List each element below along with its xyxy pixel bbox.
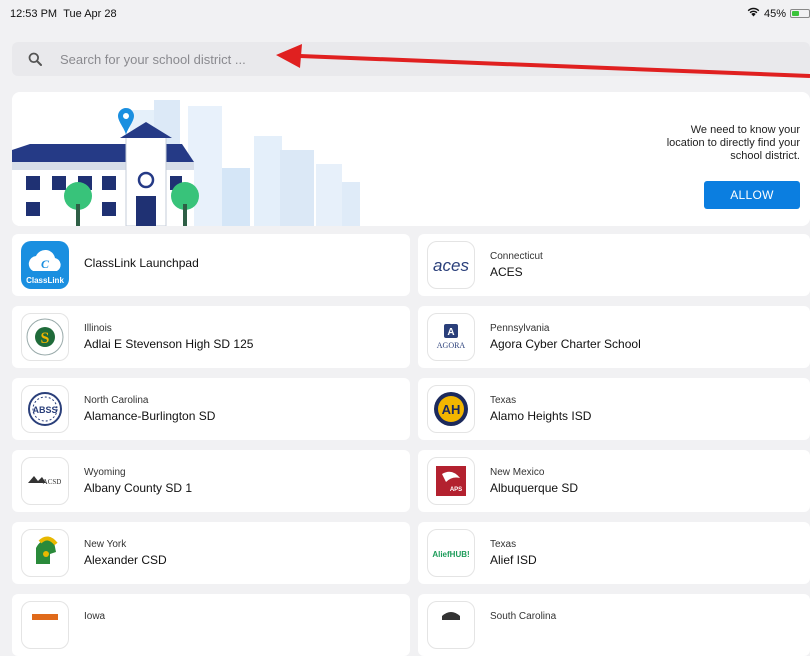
district-state: Pennsylvania [490, 323, 550, 334]
district-name: ClassLink Launchpad [84, 256, 199, 270]
svg-text:A: A [447, 327, 454, 338]
svg-text:AliefHUB!: AliefHUB! [432, 550, 469, 559]
district-name: Alamo Heights ISD [490, 409, 592, 423]
district-item-alamance[interactable]: ABSS North Carolina Alamance-Burlington … [12, 378, 410, 440]
district-state: Connecticut [490, 251, 543, 262]
district-state: New York [84, 539, 127, 550]
district-item-alief[interactable]: AliefHUB! Texas Alief ISD [418, 522, 810, 584]
district-name: Adlai E Stevenson High SD 125 [84, 337, 254, 351]
district-item-albany[interactable]: ACSD Wyoming Albany County SD 1 [12, 450, 410, 512]
district-name: Albuquerque SD [490, 481, 579, 495]
search-bar[interactable] [12, 42, 810, 76]
district-state: New Mexico [490, 467, 545, 478]
district-item-iowa[interactable]: Iowa [12, 594, 410, 656]
district-item-agora[interactable]: A AGORA Pennsylvania Agora Cyber Charter … [418, 306, 810, 368]
svg-text:APS: APS [450, 487, 462, 493]
svg-text:AH: AH [442, 402, 461, 417]
svg-text:aces: aces [433, 256, 469, 275]
battery-percent: 45% [763, 7, 786, 20]
allow-location-button[interactable]: ALLOW [704, 181, 800, 209]
aps-logo-icon: APS [427, 457, 475, 505]
district-state: Texas [490, 395, 517, 406]
abss-logo-icon: ABSS [21, 385, 69, 433]
location-message: We need to know your location to directl… [666, 124, 800, 162]
svg-text:ACSD: ACSD [43, 478, 62, 486]
district-name: ACES [490, 265, 523, 279]
district-state: North Carolina [84, 395, 149, 406]
district-item-alexander[interactable]: New York Alexander CSD [12, 522, 410, 584]
classlink-logo-icon: C ClassLink [21, 241, 69, 289]
location-banner: We need to know your location to directl… [12, 92, 810, 226]
district-name: Alief ISD [490, 553, 537, 567]
district-name: Albany County SD 1 [84, 481, 193, 495]
status-time: 12:53 PM Tue Apr 28 [10, 8, 117, 20]
iowa-district-logo-icon [21, 601, 69, 649]
district-state: Wyoming [84, 467, 126, 478]
district-item-alamo-heights[interactable]: AH Texas Alamo Heights ISD [418, 378, 810, 440]
district-item-stevenson[interactable]: S Illinois Adlai E Stevenson High SD 125 [12, 306, 410, 368]
svg-text:ClassLink: ClassLink [26, 276, 64, 285]
district-item-albuquerque[interactable]: APS New Mexico Albuquerque SD [418, 450, 810, 512]
aces-logo-icon: aces [427, 241, 475, 289]
acsd-logo-icon: ACSD [21, 457, 69, 505]
district-item-aces[interactable]: aces Connecticut ACES [418, 234, 810, 296]
school-illustration [12, 92, 372, 226]
svg-text:AGORA: AGORA [437, 341, 466, 350]
svg-text:C: C [41, 257, 50, 271]
aliefhub-logo-icon: AliefHUB! [427, 529, 475, 577]
alamo-heights-logo-icon: AH [427, 385, 475, 433]
district-item-south-carolina[interactable]: South Carolina [418, 594, 810, 656]
district-state: Iowa [84, 611, 106, 622]
wifi-icon [747, 7, 760, 20]
search-input[interactable] [58, 50, 662, 68]
status-bar: 12:53 PM Tue Apr 28 45% [0, 0, 810, 26]
battery-fill [792, 11, 799, 16]
svg-text:ABSS: ABSS [32, 405, 57, 415]
agora-logo-icon: A AGORA [427, 313, 475, 361]
district-state: Illinois [84, 323, 112, 334]
battery-icon [790, 9, 810, 18]
svg-text:S: S [41, 330, 50, 347]
search-icon [28, 52, 58, 66]
district-name: Agora Cyber Charter School [490, 337, 641, 351]
district-name: Alexander CSD [84, 553, 167, 567]
stevenson-logo-icon: S [21, 313, 69, 361]
district-name: Alamance-Burlington SD [84, 409, 216, 423]
district-state: South Carolina [490, 611, 557, 622]
trojan-logo-icon [21, 529, 69, 577]
sc-district-logo-icon [427, 601, 475, 649]
district-state: Texas [490, 539, 517, 550]
status-right: 45% [747, 7, 810, 20]
district-item-classlink[interactable]: C ClassLink ClassLink Launchpad [12, 234, 410, 296]
